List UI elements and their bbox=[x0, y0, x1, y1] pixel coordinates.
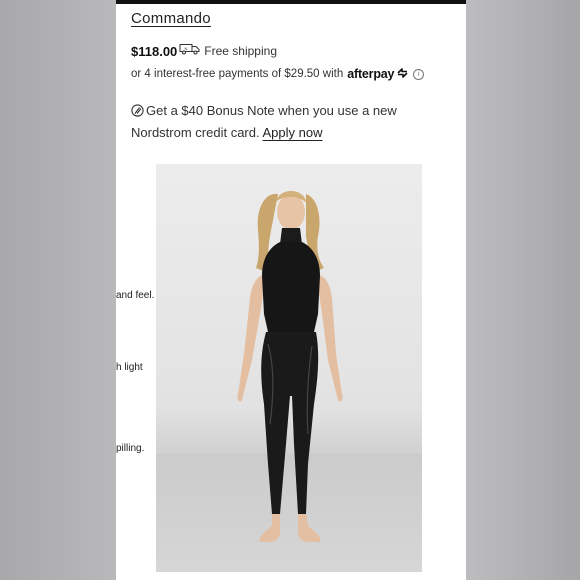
product-photo[interactable] bbox=[156, 164, 422, 572]
model-figure bbox=[237, 191, 343, 542]
afterpay-arrows-icon bbox=[396, 67, 409, 81]
installment-row: or 4 interest-free payments of $29.50 wi… bbox=[131, 67, 425, 81]
top-bar bbox=[116, 0, 466, 4]
promo-block: Get a $40 Bonus Note when you use a new … bbox=[131, 101, 431, 143]
truck-icon: N bbox=[179, 42, 201, 60]
shipping-text: Free shipping bbox=[204, 44, 277, 58]
afterpay-logo[interactable]: afterpay bbox=[347, 67, 394, 81]
installment-text: or 4 interest-free payments of $29.50 wi… bbox=[131, 68, 344, 80]
background-left bbox=[0, 0, 116, 580]
svg-text:N: N bbox=[185, 46, 188, 51]
product-panel: Commando $118.00 N Free shipping or 4 in… bbox=[116, 0, 466, 580]
apply-now-link[interactable]: Apply now bbox=[263, 125, 323, 140]
brand-link[interactable]: Commando bbox=[131, 10, 211, 27]
description-fragment: pilling. bbox=[116, 443, 145, 454]
price-row: $118.00 N Free shipping bbox=[131, 43, 277, 59]
description-fragment: and feel. bbox=[116, 290, 155, 301]
price: $118.00 bbox=[131, 43, 178, 59]
note-icon bbox=[131, 103, 144, 123]
description-fragment: h light bbox=[116, 362, 143, 373]
info-icon[interactable]: i bbox=[413, 68, 425, 80]
background-right bbox=[466, 0, 580, 580]
